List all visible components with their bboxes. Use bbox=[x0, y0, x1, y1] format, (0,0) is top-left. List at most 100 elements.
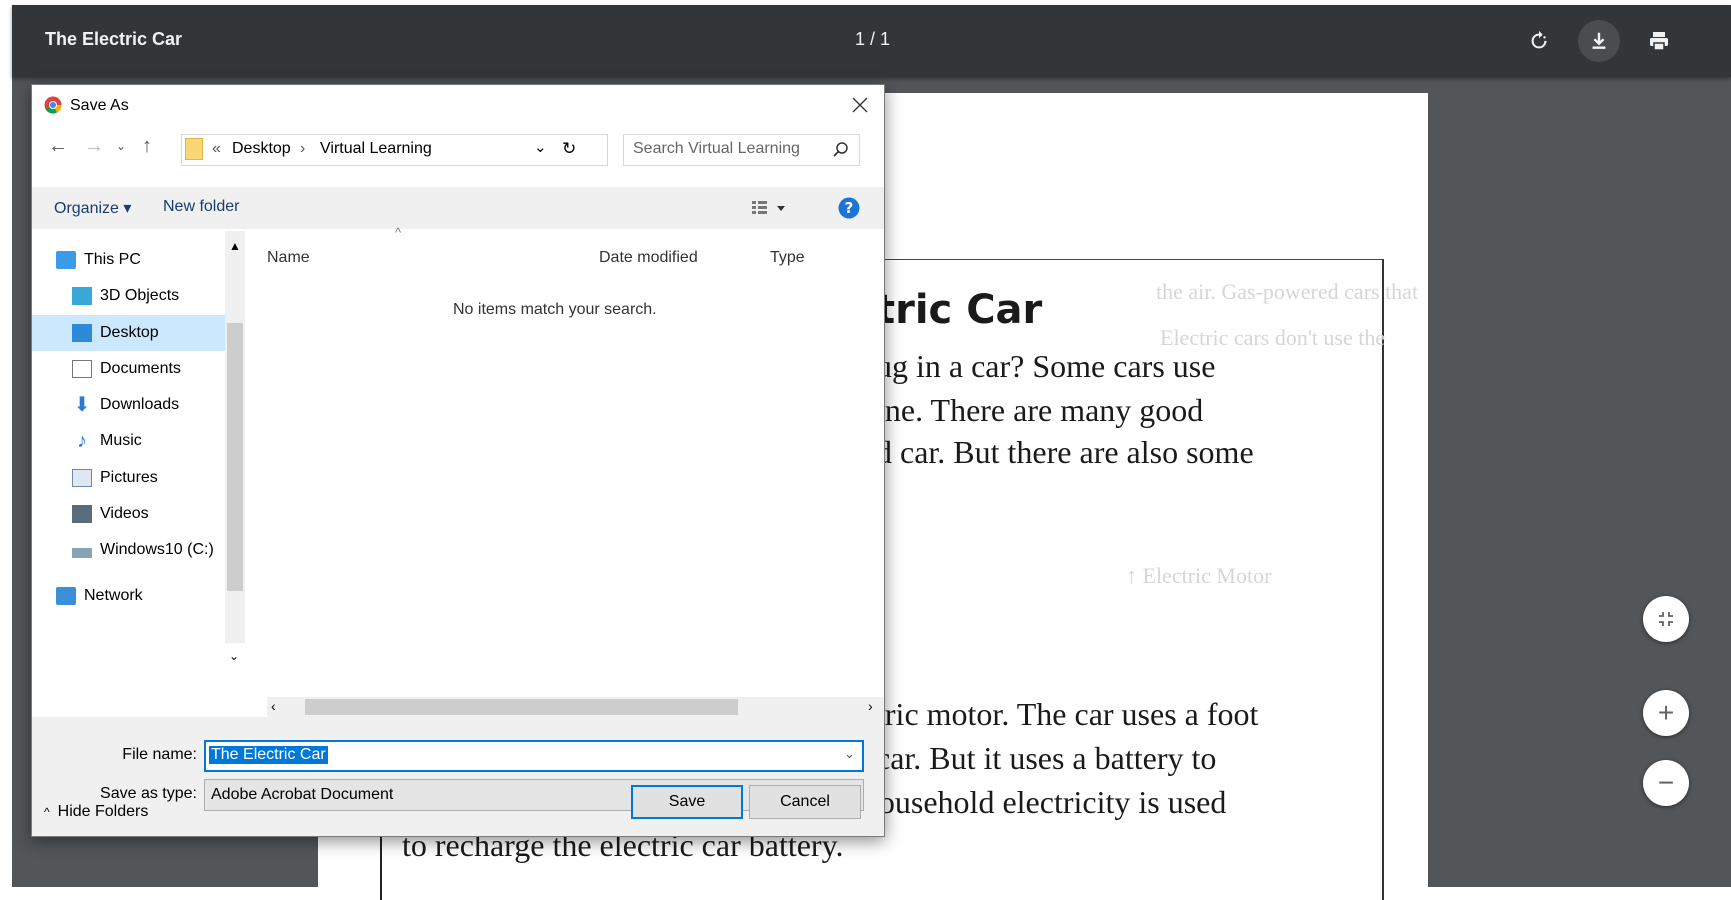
file-name-dropdown-icon[interactable]: ⌄ bbox=[844, 746, 855, 762]
zoom-out-button[interactable]: − bbox=[1643, 760, 1689, 806]
file-name-label: File name: bbox=[122, 746, 197, 763]
document-title: The Electric Car bbox=[45, 29, 183, 49]
fit-to-page-icon bbox=[1659, 612, 1673, 626]
column-header-type[interactable]: Type bbox=[770, 249, 805, 267]
scroll-down-arrow-icon[interactable]: ⌄ bbox=[229, 649, 239, 663]
back-arrow-icon[interactable]: ← bbox=[48, 135, 68, 158]
picture-icon bbox=[72, 469, 92, 487]
film-icon bbox=[72, 505, 92, 523]
new-folder-button[interactable]: New folder bbox=[163, 198, 239, 216]
nav-item-desktop[interactable]: Desktop bbox=[72, 316, 222, 350]
column-header-date-modified[interactable]: Date modified bbox=[599, 249, 698, 267]
nav-item-label: Windows10 (C:) bbox=[100, 541, 214, 558]
pdf-text-line: ug in a car? Some cars use bbox=[876, 348, 1216, 384]
empty-results-message: No items match your search. bbox=[453, 301, 657, 318]
organize-button[interactable]: Organize ▾ bbox=[54, 198, 131, 218]
nav-scrollbar-thumb[interactable] bbox=[227, 323, 243, 591]
pdf-heading: tric Car bbox=[876, 287, 1043, 333]
file-name-input[interactable]: The Electric Car ⌄ bbox=[204, 740, 864, 772]
nav-item-network[interactable]: Network bbox=[56, 579, 241, 613]
refresh-icon[interactable]: ↻ bbox=[562, 139, 576, 159]
view-options-icon[interactable] bbox=[751, 200, 787, 216]
nav-item-label: Music bbox=[100, 432, 142, 449]
breadcrumb-virtual-learning[interactable]: Virtual Learning bbox=[320, 140, 432, 158]
navigation-pane: This PC 3D Objects Desktop Documents ⬇ Do… bbox=[32, 231, 245, 715]
forward-arrow-icon[interactable]: → bbox=[84, 135, 104, 158]
folder-icon bbox=[185, 138, 203, 160]
address-bar[interactable]: « Desktop › Virtual Learning ⌄ ↻ bbox=[181, 134, 608, 166]
nav-item-videos[interactable]: Videos bbox=[72, 497, 222, 531]
up-arrow-icon[interactable]: ↑ bbox=[142, 135, 152, 158]
nav-item-pictures[interactable]: Pictures bbox=[72, 461, 222, 495]
search-input[interactable]: Search Virtual Learning bbox=[623, 134, 860, 166]
dialog-titlebar: Save As bbox=[32, 85, 884, 125]
desktop-icon bbox=[72, 324, 92, 342]
nav-item-windows-drive[interactable]: Windows10 (C:) bbox=[72, 533, 227, 567]
hide-folders-toggle[interactable]: ^ Hide Folders bbox=[44, 803, 148, 821]
breadcrumb-overflow[interactable]: « bbox=[212, 140, 221, 158]
nav-item-label: Videos bbox=[100, 505, 149, 522]
horizontal-scrollbar-thumb[interactable] bbox=[305, 699, 738, 715]
svg-text:?: ? bbox=[845, 199, 854, 217]
search-icon bbox=[833, 142, 848, 157]
computer-icon bbox=[56, 251, 76, 269]
print-button[interactable] bbox=[1638, 20, 1680, 62]
nav-item-music[interactable]: ♪ Music bbox=[72, 424, 222, 458]
rotate-icon bbox=[1531, 30, 1547, 49]
download-button[interactable] bbox=[1578, 20, 1620, 62]
save-as-dialog: Save As ← → ⌄ ↑ « Desktop › Virtual Lear… bbox=[31, 84, 885, 837]
nav-item-label: Documents bbox=[100, 360, 181, 377]
chrome-icon bbox=[44, 96, 62, 114]
print-icon bbox=[1650, 32, 1668, 51]
save-type-label: Save as type: bbox=[100, 785, 197, 802]
drive-icon bbox=[72, 548, 92, 558]
zoom-in-button[interactable]: + bbox=[1643, 690, 1689, 736]
scroll-left-arrow-icon[interactable]: ‹ bbox=[271, 698, 276, 714]
download-icon bbox=[1592, 32, 1606, 49]
network-icon bbox=[56, 587, 76, 605]
search-placeholder: Search Virtual Learning bbox=[633, 140, 800, 157]
hide-folders-label: Hide Folders bbox=[57, 803, 149, 820]
nav-item-label: Desktop bbox=[100, 324, 159, 341]
chevron-up-icon: ^ bbox=[44, 805, 50, 819]
scroll-right-arrow-icon[interactable]: › bbox=[868, 698, 873, 714]
rotate-button[interactable] bbox=[1518, 20, 1560, 62]
file-list-pane: ^ Name Date modified Type No items match… bbox=[245, 225, 884, 715]
address-dropdown-icon[interactable]: ⌄ bbox=[534, 138, 547, 156]
fit-page-button[interactable] bbox=[1643, 596, 1689, 642]
page-indicator: 1 / 1 bbox=[855, 29, 891, 49]
cancel-button[interactable]: Cancel bbox=[749, 785, 861, 819]
cube-icon bbox=[72, 287, 92, 305]
bleed-through-text: the air. Gas-powered cars that bbox=[1156, 279, 1419, 304]
breadcrumb-separator: › bbox=[300, 140, 306, 157]
nav-item-this-pc[interactable]: This PC bbox=[56, 243, 241, 277]
scroll-up-arrow-icon[interactable]: ▲ bbox=[229, 239, 241, 253]
pdf-text-line: d car. But there are also some bbox=[876, 434, 1254, 470]
nav-item-label: This PC bbox=[84, 251, 141, 268]
save-type-value: Adobe Acrobat Document bbox=[211, 786, 394, 803]
pdf-text-line: ine. There are many good bbox=[876, 392, 1204, 428]
nav-item-downloads[interactable]: ⬇ Downloads bbox=[72, 388, 222, 422]
sort-ascending-icon: ^ bbox=[395, 225, 402, 240]
recent-locations-chevron-icon[interactable]: ⌄ bbox=[116, 139, 126, 153]
nav-item-label: 3D Objects bbox=[100, 287, 180, 304]
nav-item-3d-objects[interactable]: 3D Objects bbox=[72, 279, 222, 313]
column-header-name[interactable]: Name bbox=[267, 249, 310, 267]
bleed-through-text: ↑ Electric Motor bbox=[1126, 563, 1272, 588]
document-icon bbox=[72, 360, 92, 378]
help-icon[interactable]: ? bbox=[838, 197, 860, 219]
pdf-text-line: car. But it uses a battery to bbox=[876, 740, 1217, 776]
save-button[interactable]: Save bbox=[631, 785, 743, 819]
download-arrow-icon: ⬇ bbox=[73, 394, 91, 416]
minus-icon: − bbox=[1657, 767, 1675, 798]
nav-item-documents[interactable]: Documents bbox=[72, 352, 222, 386]
pdf-text-line: tric motor. The car uses a foot bbox=[876, 696, 1259, 732]
close-icon[interactable] bbox=[848, 93, 872, 117]
command-bar: Organize ▾ New folder ? bbox=[32, 187, 884, 229]
dialog-title: Save As bbox=[70, 97, 129, 114]
address-row: ← → ⌄ ↑ « Desktop › Virtual Learning ⌄ ↻… bbox=[32, 125, 884, 171]
nav-item-label: Pictures bbox=[100, 469, 158, 486]
music-note-icon: ♪ bbox=[77, 430, 87, 452]
nav-item-label: Downloads bbox=[100, 396, 180, 413]
breadcrumb-desktop[interactable]: Desktop bbox=[232, 140, 291, 158]
